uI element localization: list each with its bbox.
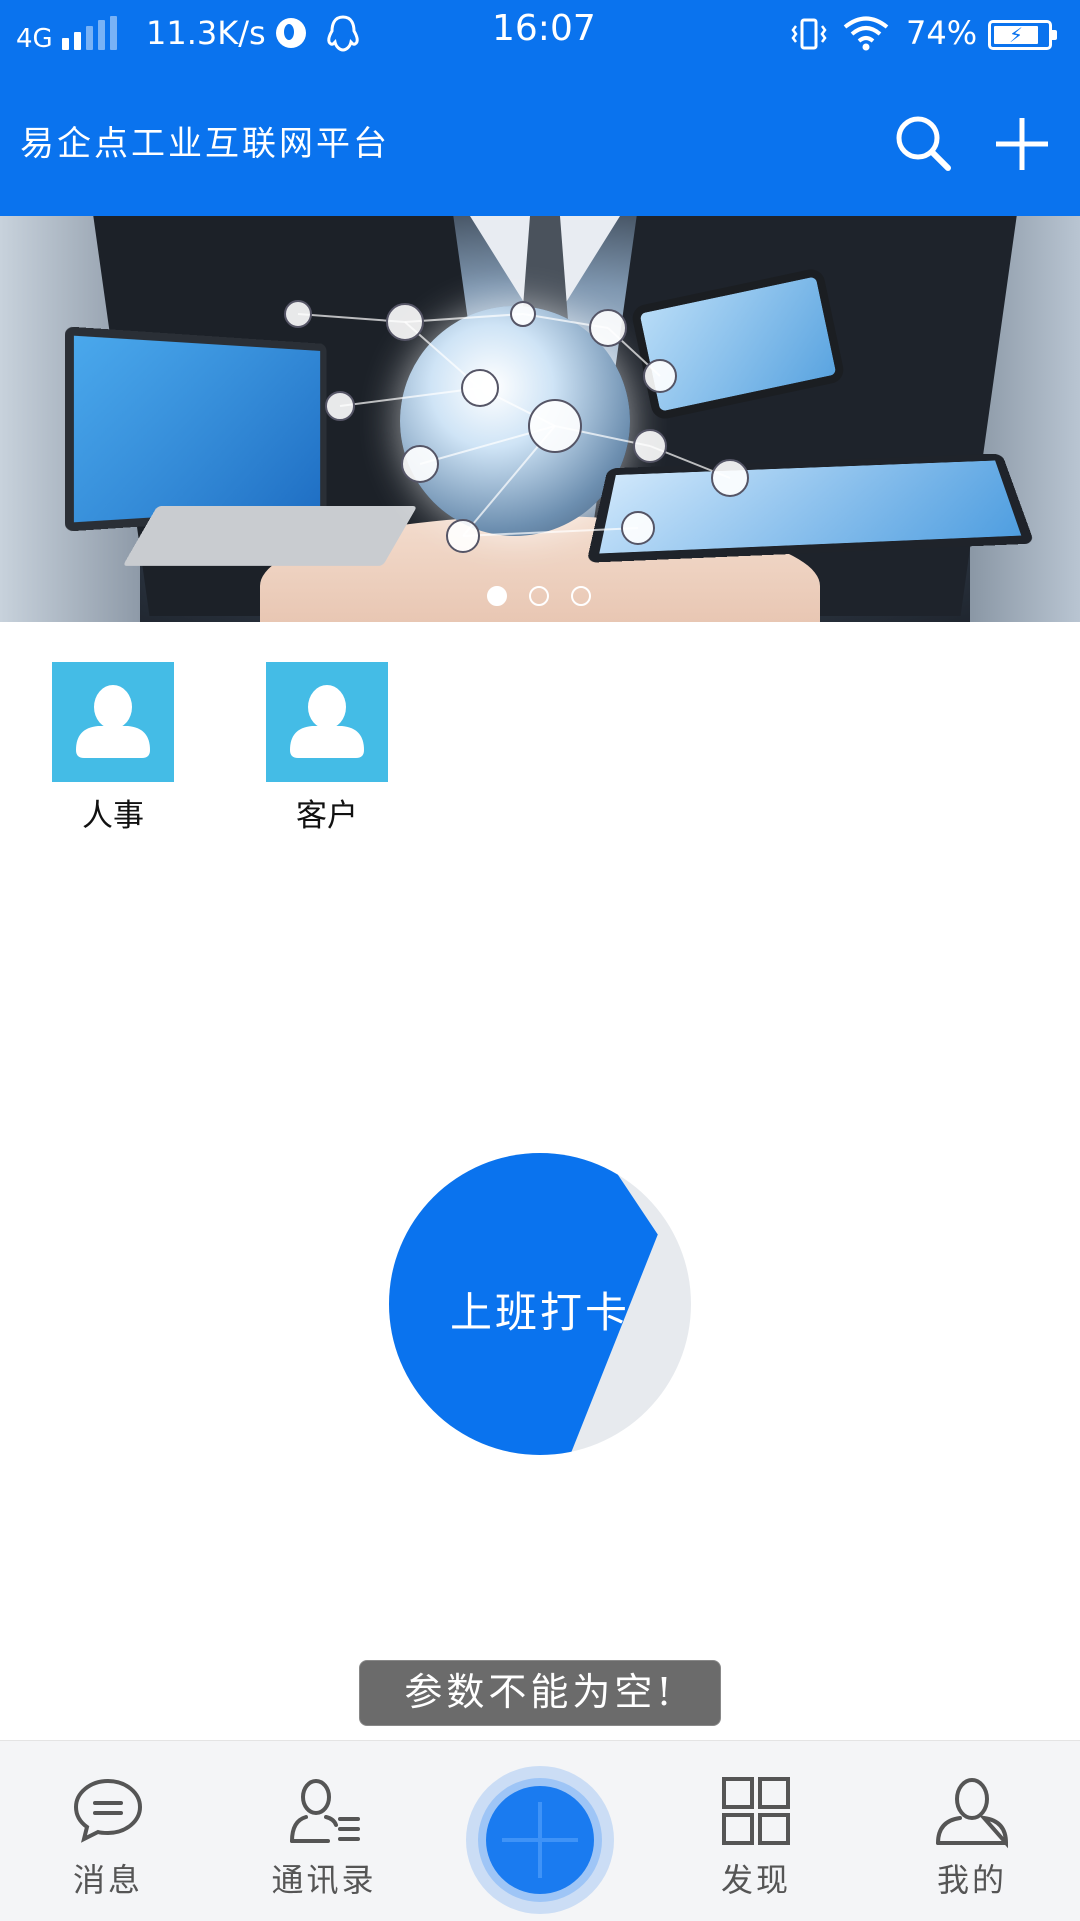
- carousel-dot-3[interactable]: [571, 586, 591, 606]
- qq-penguin-icon: [324, 14, 362, 54]
- shortcut-label: 人事: [52, 790, 174, 835]
- nav-discover[interactable]: 发现: [676, 1771, 836, 1911]
- message-bubble-icon: [68, 1771, 148, 1851]
- contacts-icon: [284, 1771, 364, 1851]
- nav-contacts[interactable]: 通讯录: [244, 1771, 404, 1911]
- person-icon: [52, 662, 174, 782]
- banner-carousel[interactable]: [0, 216, 1080, 622]
- person-icon: [266, 662, 388, 782]
- nav-label: 通讯录: [244, 1855, 404, 1901]
- network-illustration: [0, 216, 1080, 622]
- clock-in-button[interactable]: 上班打卡: [389, 1153, 691, 1455]
- globe-icon: [276, 18, 306, 48]
- nav-label: 消息: [28, 1855, 188, 1901]
- nav-profile[interactable]: 我的: [892, 1771, 1052, 1911]
- plus-icon[interactable]: [990, 112, 1054, 176]
- shortcut-hr[interactable]: 人事: [52, 662, 174, 830]
- carousel-dot-2[interactable]: [529, 586, 549, 606]
- nav-messages[interactable]: 消息: [28, 1771, 188, 1911]
- clock: 16:07: [492, 10, 596, 48]
- network-type: 4G: [16, 20, 53, 58]
- nav-label: 发现: [676, 1855, 836, 1901]
- wifi-icon: [842, 14, 890, 52]
- battery-percent: 74%: [906, 14, 977, 52]
- user-icon: [932, 1771, 1012, 1851]
- shortcut-customer[interactable]: 客户: [266, 662, 388, 830]
- center-add-button[interactable]: [466, 1766, 614, 1914]
- toast-text: 参数不能为空!: [360, 1661, 720, 1723]
- nav-label: 我的: [892, 1855, 1052, 1901]
- toast-message: 参数不能为空!: [359, 1660, 721, 1726]
- vibrate-icon: [790, 14, 828, 54]
- clock-in-label: 上班打卡: [389, 1279, 691, 1340]
- shortcut-label: 客户: [266, 790, 388, 835]
- carousel-dot-1[interactable]: [487, 586, 507, 606]
- carousel-indicator: [487, 586, 597, 610]
- status-bar: 4G 11.3K/s 16:07 74% ⚡: [0, 0, 1080, 66]
- battery-charging-icon: ⚡: [988, 20, 1052, 50]
- signal-icon: [62, 18, 124, 50]
- page-title: 易企点工业互联网平台: [20, 116, 390, 165]
- search-icon[interactable]: [892, 112, 956, 176]
- grid-icon: [716, 1771, 796, 1851]
- network-speed: 11.3K/s: [146, 14, 266, 52]
